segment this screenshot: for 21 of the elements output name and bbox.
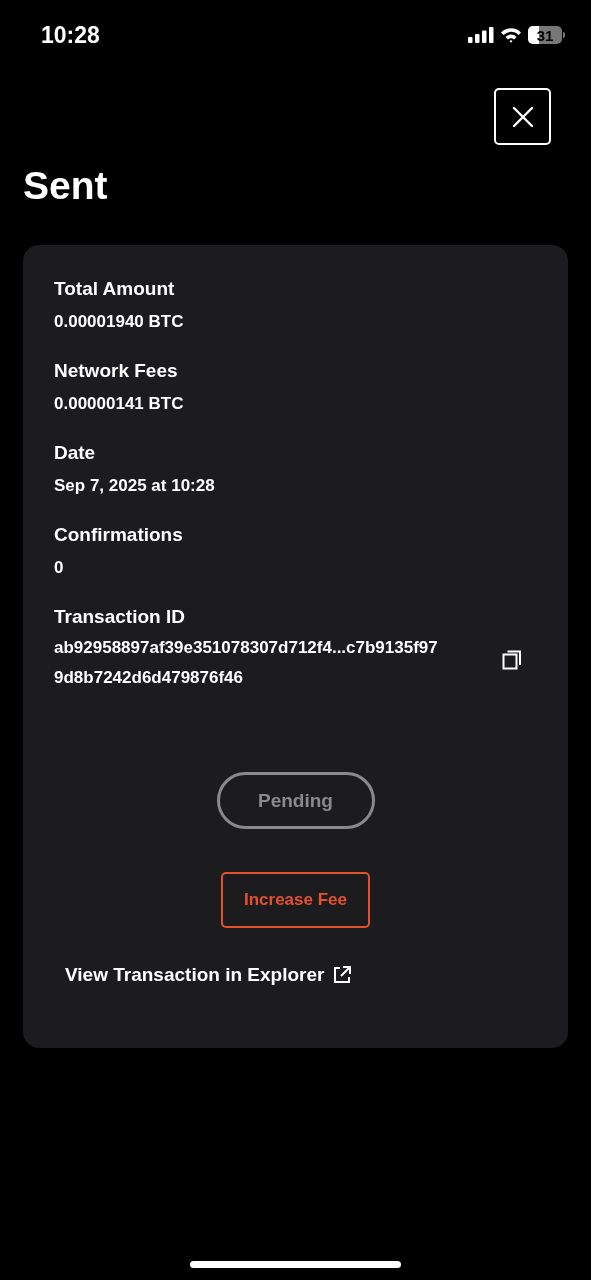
external-link-icon (332, 965, 353, 985)
status-time: 10:28 (41, 21, 100, 49)
transaction-id-line: ab92958897af39e351078307d712f4...c7b9135f97 (54, 637, 438, 659)
field-label: Date (54, 441, 97, 465)
transaction-id-line: 9d8b7242d6d479876f46 (54, 667, 245, 689)
increase-fee-button[interactable]: Increase Fee (221, 872, 370, 928)
copy-icon[interactable] (502, 649, 522, 671)
field-label: Total Amount (54, 277, 176, 301)
close-button[interactable] (494, 88, 551, 145)
field-value: Sep 7, 2025 at 10:28 (54, 475, 216, 497)
close-icon (511, 105, 534, 128)
explorer-link[interactable]: View Transaction in Explorer (65, 964, 353, 986)
field-label: Network Fees (54, 359, 179, 383)
field-value: 0.00001940 BTC (54, 311, 185, 333)
field-label: Confirmations (54, 523, 184, 547)
signal-icon (468, 27, 494, 43)
field-value: 0.00000141 BTC (54, 393, 185, 415)
field-label: Transaction ID (54, 605, 186, 629)
wifi-icon (500, 27, 522, 43)
field-value: 0 (54, 557, 65, 579)
page-title: Sent (23, 163, 109, 209)
